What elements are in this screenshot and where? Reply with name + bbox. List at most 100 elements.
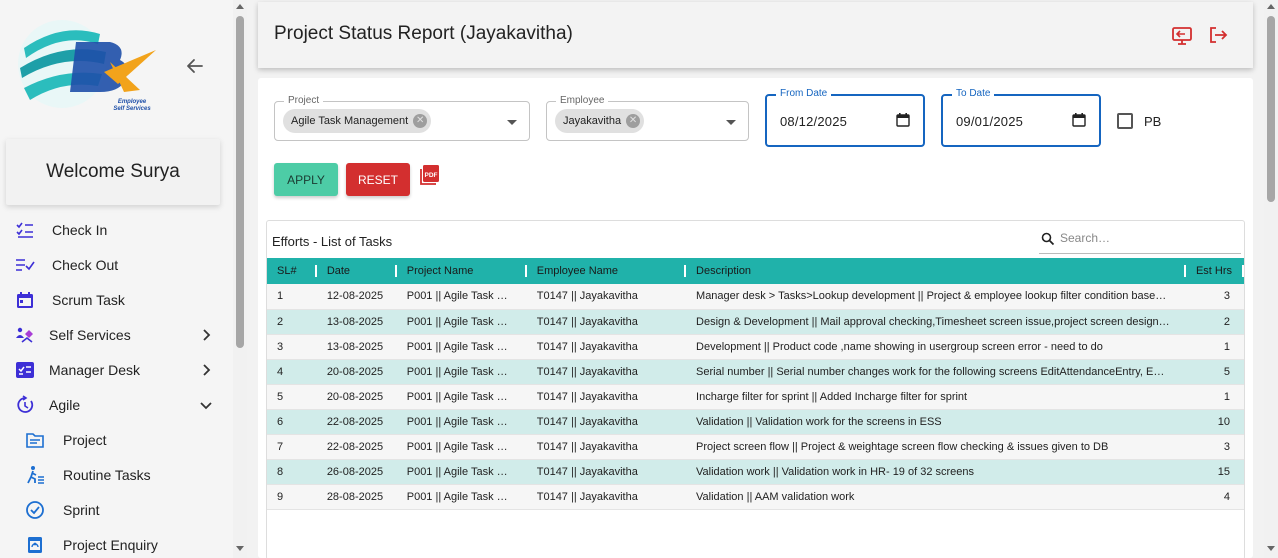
cell-est-hrs: 2 <box>1223 315 1230 328</box>
from-date-field[interactable]: From Date 08/12/2025 <box>765 87 925 147</box>
search-box[interactable] <box>1039 226 1241 254</box>
table-row[interactable]: 7 22-08-2025 P001 || Agile Task M… T0147 ||… <box>267 434 1244 459</box>
table-row[interactable]: 2 13-08-2025 P001 || Agile Task M… T0147 ||… <box>267 309 1244 334</box>
employee-select[interactable]: Employee Jayakavitha ✕ <box>546 94 749 141</box>
sidebar-item-check-in[interactable]: Check In <box>0 212 233 247</box>
column-header-label: Project Name <box>406 265 474 277</box>
to-date-value: 09/01/2025 <box>956 114 1024 129</box>
dropdown-arrow-icon[interactable] <box>507 120 517 125</box>
column-header-label: Date <box>326 265 351 277</box>
cell-employee-name: T0147 || Jayakavitha <box>536 340 638 353</box>
agile-cycle-icon <box>15 394 35 415</box>
table-row[interactable]: 1 12-08-2025 P001 || Agile Task M… T0147 ||… <box>267 284 1244 309</box>
chevron-right-icon <box>198 362 214 378</box>
sidebar-item-label: Scrum Task <box>52 291 125 308</box>
table-title: Efforts - List of Tasks <box>272 234 393 249</box>
sidebar-item-scrum-task[interactable]: Scrum Task <box>0 282 233 317</box>
cell-date: 20-08-2025 <box>326 365 384 378</box>
cell-est-hrs: 1 <box>1223 340 1230 353</box>
sidebar-item-manager-desk[interactable]: Manager Desk <box>0 352 233 387</box>
page-header: Project Status Report (Jayakavitha) <box>258 2 1253 68</box>
search-icon <box>1041 232 1055 246</box>
cell-est-hrs: 15 <box>1217 465 1230 478</box>
sidebar-item-project[interactable]: Project <box>0 422 233 457</box>
collapse-sidebar-arrow-icon[interactable] <box>183 54 207 78</box>
report-card: Project Agile Task Management ✕ Employee… <box>258 78 1253 558</box>
cell-est-hrs: 4 <box>1223 490 1230 503</box>
cell-est-hrs: 3 <box>1223 440 1230 453</box>
to-date-field[interactable]: To Date 09/01/2025 <box>941 87 1101 147</box>
cell-date: 13-08-2025 <box>326 340 384 353</box>
apply-button[interactable]: APPLY <box>274 163 338 196</box>
sidebar-item-routine-tasks[interactable]: Routine Tasks <box>0 457 233 492</box>
table-row[interactable]: 3 13-08-2025 P001 || Agile Task M… T0147 ||… <box>267 334 1244 359</box>
cell-description: Development || Product code ,name showin… <box>696 340 1103 353</box>
page-scroll-down-arrow-icon[interactable] <box>1267 546 1275 551</box>
dropdown-arrow-icon[interactable] <box>726 120 736 125</box>
table-row[interactable]: 8 26-08-2025 P001 || Agile Task M… T0147 ||… <box>267 459 1244 484</box>
table-row[interactable]: 5 20-08-2025 P001 || Agile Task M… T0147 ||… <box>267 384 1244 409</box>
logout-icon[interactable] <box>1207 24 1229 46</box>
page-scrollbar-thumb[interactable] <box>1267 16 1275 202</box>
sidebar-item-project-enquiry[interactable]: Project Enquiry <box>0 527 233 558</box>
enquiry-icon <box>25 535 45 555</box>
sidebar-scrollbar-thumb[interactable] <box>236 16 244 348</box>
pdf-icon[interactable]: PDF <box>419 164 441 186</box>
sidebar-item-label: Sprint <box>63 501 100 518</box>
table-row[interactable]: 4 20-08-2025 P001 || Agile Task M… T0147 ||… <box>267 359 1244 384</box>
pb-checkbox[interactable] <box>1117 113 1133 129</box>
cell-employee-name: T0147 || Jayakavitha <box>536 415 638 428</box>
check-circle-icon <box>25 500 45 520</box>
logo-text-line2: Self Services <box>113 106 151 112</box>
page-scroll-up-arrow-icon[interactable] <box>1267 4 1275 9</box>
welcome-card: Welcome Surya <box>6 139 220 205</box>
pb-label: PB <box>1144 114 1162 129</box>
sidebar-item-label: Manager Desk <box>49 361 141 378</box>
column-header-est-hrs[interactable]: Est Hrs <box>1186 258 1244 284</box>
column-header-employee-name[interactable]: Employee Name <box>527 258 687 284</box>
chip-remove-icon[interactable]: ✕ <box>413 114 428 128</box>
cell-sl: 5 <box>277 390 284 403</box>
cell-date: 22-08-2025 <box>326 415 384 428</box>
folder-icon <box>25 430 45 450</box>
tasks-table: SL# Date Project Name Employee Name Desc… <box>267 258 1244 510</box>
sidebar-item-sprint[interactable]: Sprint <box>0 492 233 527</box>
employee-chip[interactable]: Jayakavitha ✕ <box>555 109 645 133</box>
column-header-description[interactable]: Description <box>686 258 1186 284</box>
sidebar-scroll-down-arrow-icon[interactable] <box>236 546 244 551</box>
sidebar-scroll-up-arrow-icon[interactable] <box>236 4 244 9</box>
cell-date: 12-08-2025 <box>326 290 384 303</box>
cell-project-name: P001 || Agile Task M… <box>406 290 517 303</box>
calendar-icon <box>15 290 35 310</box>
cell-description: Project screen flow || Project & weighta… <box>696 440 1109 453</box>
sidebar-item-agile[interactable]: Agile <box>0 387 233 422</box>
sidebar-item-check-out[interactable]: Check Out <box>0 247 233 282</box>
table-row[interactable]: 6 22-08-2025 P001 || Agile Task M… T0147 ||… <box>267 409 1244 434</box>
table-header-row: SL# Date Project Name Employee Name Desc… <box>267 258 1244 284</box>
table-row[interactable]: 9 28-08-2025 P001 || Agile Task M… T0147 ||… <box>267 484 1244 509</box>
reset-button[interactable]: RESET <box>346 163 410 196</box>
chip-remove-icon[interactable]: ✕ <box>626 114 641 128</box>
column-header-label: Est Hrs <box>1195 265 1232 277</box>
cell-date: 22-08-2025 <box>326 440 384 453</box>
calendar-picker-icon[interactable] <box>1072 113 1086 127</box>
approval-icon <box>15 360 35 380</box>
cell-date: 28-08-2025 <box>326 490 384 503</box>
project-label: Project <box>284 94 324 108</box>
column-header-sl[interactable]: SL# <box>267 258 317 284</box>
chevron-right-icon <box>198 327 214 343</box>
search-input[interactable] <box>1060 231 1235 245</box>
calendar-picker-icon[interactable] <box>896 113 910 127</box>
cell-employee-name: T0147 || Jayakavitha <box>536 290 638 303</box>
project-chip-label: Agile Task Management <box>291 115 409 127</box>
column-header-date[interactable]: Date <box>317 258 397 284</box>
switch-screen-icon[interactable] <box>1171 24 1193 46</box>
cell-project-name: P001 || Agile Task M… <box>406 340 517 353</box>
project-select[interactable]: Project Agile Task Management ✕ <box>274 94 530 141</box>
column-header-project-name[interactable]: Project Name <box>397 258 527 284</box>
cell-sl: 4 <box>277 365 284 378</box>
project-chip[interactable]: Agile Task Management ✕ <box>283 109 432 133</box>
checkout-list-icon <box>15 255 35 275</box>
sidebar-item-self-services[interactable]: Self Services <box>0 317 233 352</box>
cell-project-name: P001 || Agile Task M… <box>406 315 517 328</box>
